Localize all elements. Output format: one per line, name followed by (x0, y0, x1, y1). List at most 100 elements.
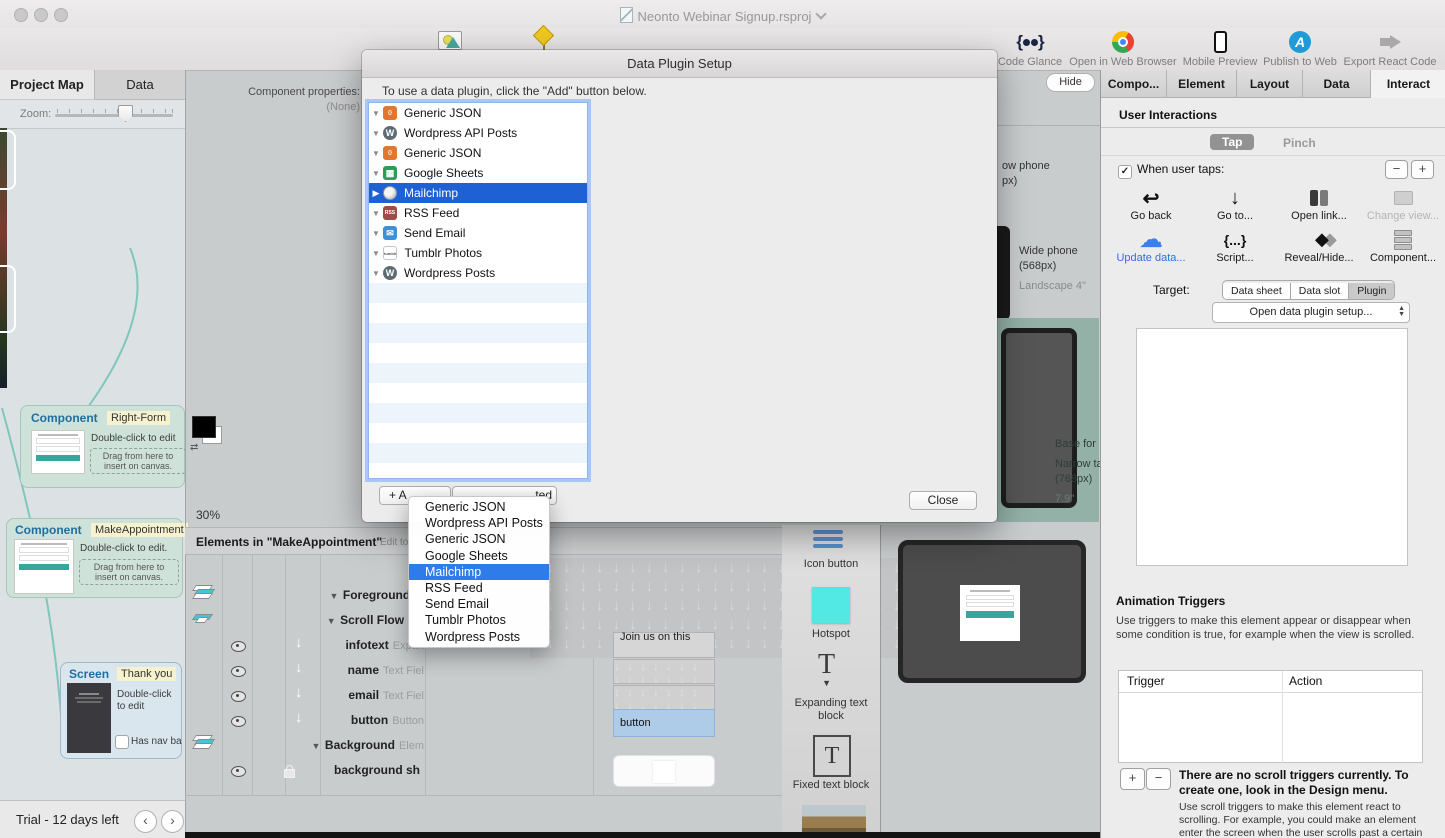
element-row-foreground[interactable]: ▼ ForegroundEl (185, 581, 428, 606)
menu-item[interactable]: Generic JSON (409, 531, 549, 547)
document-icon (620, 7, 633, 23)
element-row-name[interactable]: ↓ nameText Fiel (185, 656, 428, 681)
triggers-column-action[interactable]: Action (1289, 674, 1322, 688)
element-row-email[interactable]: ↓ emailText Fiel (185, 681, 428, 706)
component-card-makeappointment[interactable]: Component MakeAppointment Double-click t… (6, 518, 183, 598)
screen-card-thank-you[interactable]: Screen Thank you Double-click to edit Ha… (60, 662, 182, 759)
canvas-name-field-box[interactable]: ↓↓↓↓↓↓↓↓↓↓↓↓↓↓↓↓↓↓↓↓↓↓↓↓↓↓↓↓↓↓↓↓↓↓↓↓↓↓↓↓… (613, 659, 715, 684)
menu-item-highlighted[interactable]: Mailchimp (409, 564, 549, 580)
narrow-phone-label-fragment: px) (1002, 175, 1017, 187)
element-row-scroll-flow[interactable]: ▼ Scroll FlowEle (185, 606, 428, 631)
tab-element[interactable]: Element (1167, 70, 1237, 98)
tab-interact[interactable]: Interact (1371, 70, 1445, 98)
expanding-text-block-icon[interactable]: T ▼ (818, 651, 835, 687)
triggers-table[interactable]: Trigger Action (1118, 670, 1423, 763)
action-reveal-hide[interactable]: ◆ ◆ Reveal/Hide... (1277, 228, 1361, 264)
offscreen-card (0, 130, 16, 190)
plugin-row-selected[interactable]: ▶Mailchimp (369, 183, 587, 203)
visibility-eye-icon[interactable] (231, 666, 246, 677)
publish-to-web-button[interactable]: A Publish to Web (1260, 30, 1340, 68)
menu-item[interactable]: Generic JSON (409, 499, 549, 515)
zoom-slider[interactable] (55, 114, 173, 117)
add-interaction-button[interactable]: + (1411, 160, 1434, 179)
plugin-row[interactable]: ▼WWordpress API Posts (369, 123, 587, 143)
segment-plugin[interactable]: Plugin (1349, 283, 1394, 299)
add-trigger-button[interactable]: + (1120, 768, 1145, 790)
menu-item[interactable]: Wordpress Posts (409, 629, 549, 645)
visibility-eye-icon[interactable] (231, 641, 246, 652)
offscreen-photo-strip (185, 832, 1100, 838)
menu-item[interactable]: Tumblr Photos (409, 612, 549, 628)
segment-data-slot[interactable]: Data slot (1291, 283, 1349, 299)
menu-item[interactable]: Wordpress API Posts (409, 515, 549, 531)
close-dialog-button[interactable]: Close (909, 491, 977, 510)
plugin-row[interactable]: ▼✉Send Email (369, 223, 587, 243)
plugin-target-listbox[interactable] (1136, 328, 1408, 566)
plugin-row[interactable]: ▼tumblrTumblr Photos (369, 243, 587, 263)
icon-button-icon[interactable] (813, 530, 843, 548)
fixed-text-block-icon[interactable]: T (813, 735, 851, 777)
component-preview-dark[interactable] (898, 540, 1086, 683)
move-down-icon[interactable]: ↓ (295, 634, 303, 651)
element-row-background-shape[interactable]: background sh (185, 756, 428, 781)
gesture-tab-pinch[interactable]: Pinch (1283, 136, 1316, 150)
image-tool-icon[interactable] (438, 31, 462, 50)
remove-interaction-button[interactable]: − (1385, 160, 1408, 179)
open-in-web-browser-button[interactable]: Open in Web Browser (1063, 30, 1183, 68)
element-row-background[interactable]: ▼ BackgroundElem (185, 731, 428, 756)
drag-hint[interactable]: Drag from here to insert on canvas. (90, 448, 186, 474)
gesture-tab-tap[interactable]: Tap (1210, 134, 1254, 150)
triggers-column-trigger[interactable]: Trigger (1127, 674, 1165, 688)
tab-data[interactable]: Data (1303, 70, 1371, 98)
forward-nav-button[interactable]: › (161, 810, 184, 833)
wordpress-icon: W (383, 266, 397, 280)
element-row-button[interactable]: ↓ buttonButton (185, 706, 428, 731)
back-nav-button[interactable]: ‹ (134, 810, 157, 833)
export-react-code-button[interactable]: Export React Code (1340, 30, 1440, 68)
canvas-email-field-box[interactable]: ↓↓↓↓↓↓↓↓↓↓↓↓↓↓↓↓↓↓↓↓↓↓↓↓↓↓↓↓↓↓↓↓↓↓↓↓↓↓↓↓… (613, 685, 715, 710)
plugin-list[interactable]: ▼{}Generic JSON ▼WWordpress API Posts ▼{… (368, 102, 588, 479)
tab-data[interactable]: Data (95, 70, 185, 100)
plugin-row[interactable]: ▼{}Generic JSON (369, 103, 587, 123)
drag-hint[interactable]: Drag from here to insert on canvas. (79, 559, 179, 585)
action-component[interactable]: Component... (1361, 228, 1445, 264)
component-card-right-form[interactable]: Component Right-Form Double-click to edi… (20, 405, 185, 488)
action-go-back[interactable]: ↩ Go back (1109, 186, 1193, 222)
when-user-taps-checkbox[interactable]: ✓ (1118, 161, 1132, 179)
remove-trigger-button[interactable]: − (1146, 768, 1171, 790)
element-row-infotext[interactable]: ↓ infotextExpan (185, 631, 428, 656)
menu-item[interactable]: RSS Feed (409, 580, 549, 596)
plugin-row[interactable]: ▼▦Google Sheets (369, 163, 587, 183)
lock-icon[interactable] (284, 769, 295, 778)
segment-data-sheet[interactable]: Data sheet (1223, 283, 1291, 299)
tab-project-map[interactable]: Project Map (0, 70, 95, 100)
has-nav-bar-checkbox[interactable] (115, 735, 129, 749)
move-down-icon[interactable]: ↓ (295, 684, 303, 701)
edit-link[interactable]: Edit to (380, 537, 408, 548)
zoom-slider-thumb[interactable] (118, 105, 133, 122)
canvas-button-box[interactable]: button (613, 709, 715, 737)
action-open-link[interactable]: Open link... (1277, 186, 1361, 222)
plugin-row[interactable]: ▼RSSRSS Feed (369, 203, 587, 223)
canvas-white-box[interactable] (613, 755, 715, 787)
visibility-eye-icon[interactable] (231, 716, 246, 727)
move-down-icon[interactable]: ↓ (295, 709, 303, 726)
hide-button[interactable]: Hide (1046, 73, 1095, 92)
visibility-eye-icon[interactable] (231, 766, 246, 777)
tab-layout[interactable]: Layout (1237, 70, 1303, 98)
plugin-row[interactable]: ▼WWordpress Posts (369, 263, 587, 283)
action-update-data[interactable]: ☁ ↑ Update data... (1109, 228, 1193, 264)
hotspot-icon[interactable] (812, 587, 850, 623)
mobile-preview-button[interactable]: Mobile Preview (1180, 30, 1260, 68)
menu-item[interactable]: Send Email (409, 596, 549, 612)
canvas-infotext-box[interactable]: Join us on this (613, 632, 715, 658)
action-change-view[interactable]: Change view... (1361, 186, 1445, 222)
tab-component[interactable]: Compo... (1101, 70, 1167, 98)
move-down-icon[interactable]: ↓ (295, 659, 303, 676)
plugin-action-dropdown[interactable]: Open data plugin setup... ▲▼ (1212, 302, 1410, 323)
action-script[interactable]: {...} Script... (1193, 228, 1277, 264)
action-go-to[interactable]: ↓ Go to... (1193, 186, 1277, 222)
visibility-eye-icon[interactable] (231, 691, 246, 702)
plugin-row[interactable]: ▼{}Generic JSON (369, 143, 587, 163)
menu-item[interactable]: Google Sheets (409, 548, 549, 564)
